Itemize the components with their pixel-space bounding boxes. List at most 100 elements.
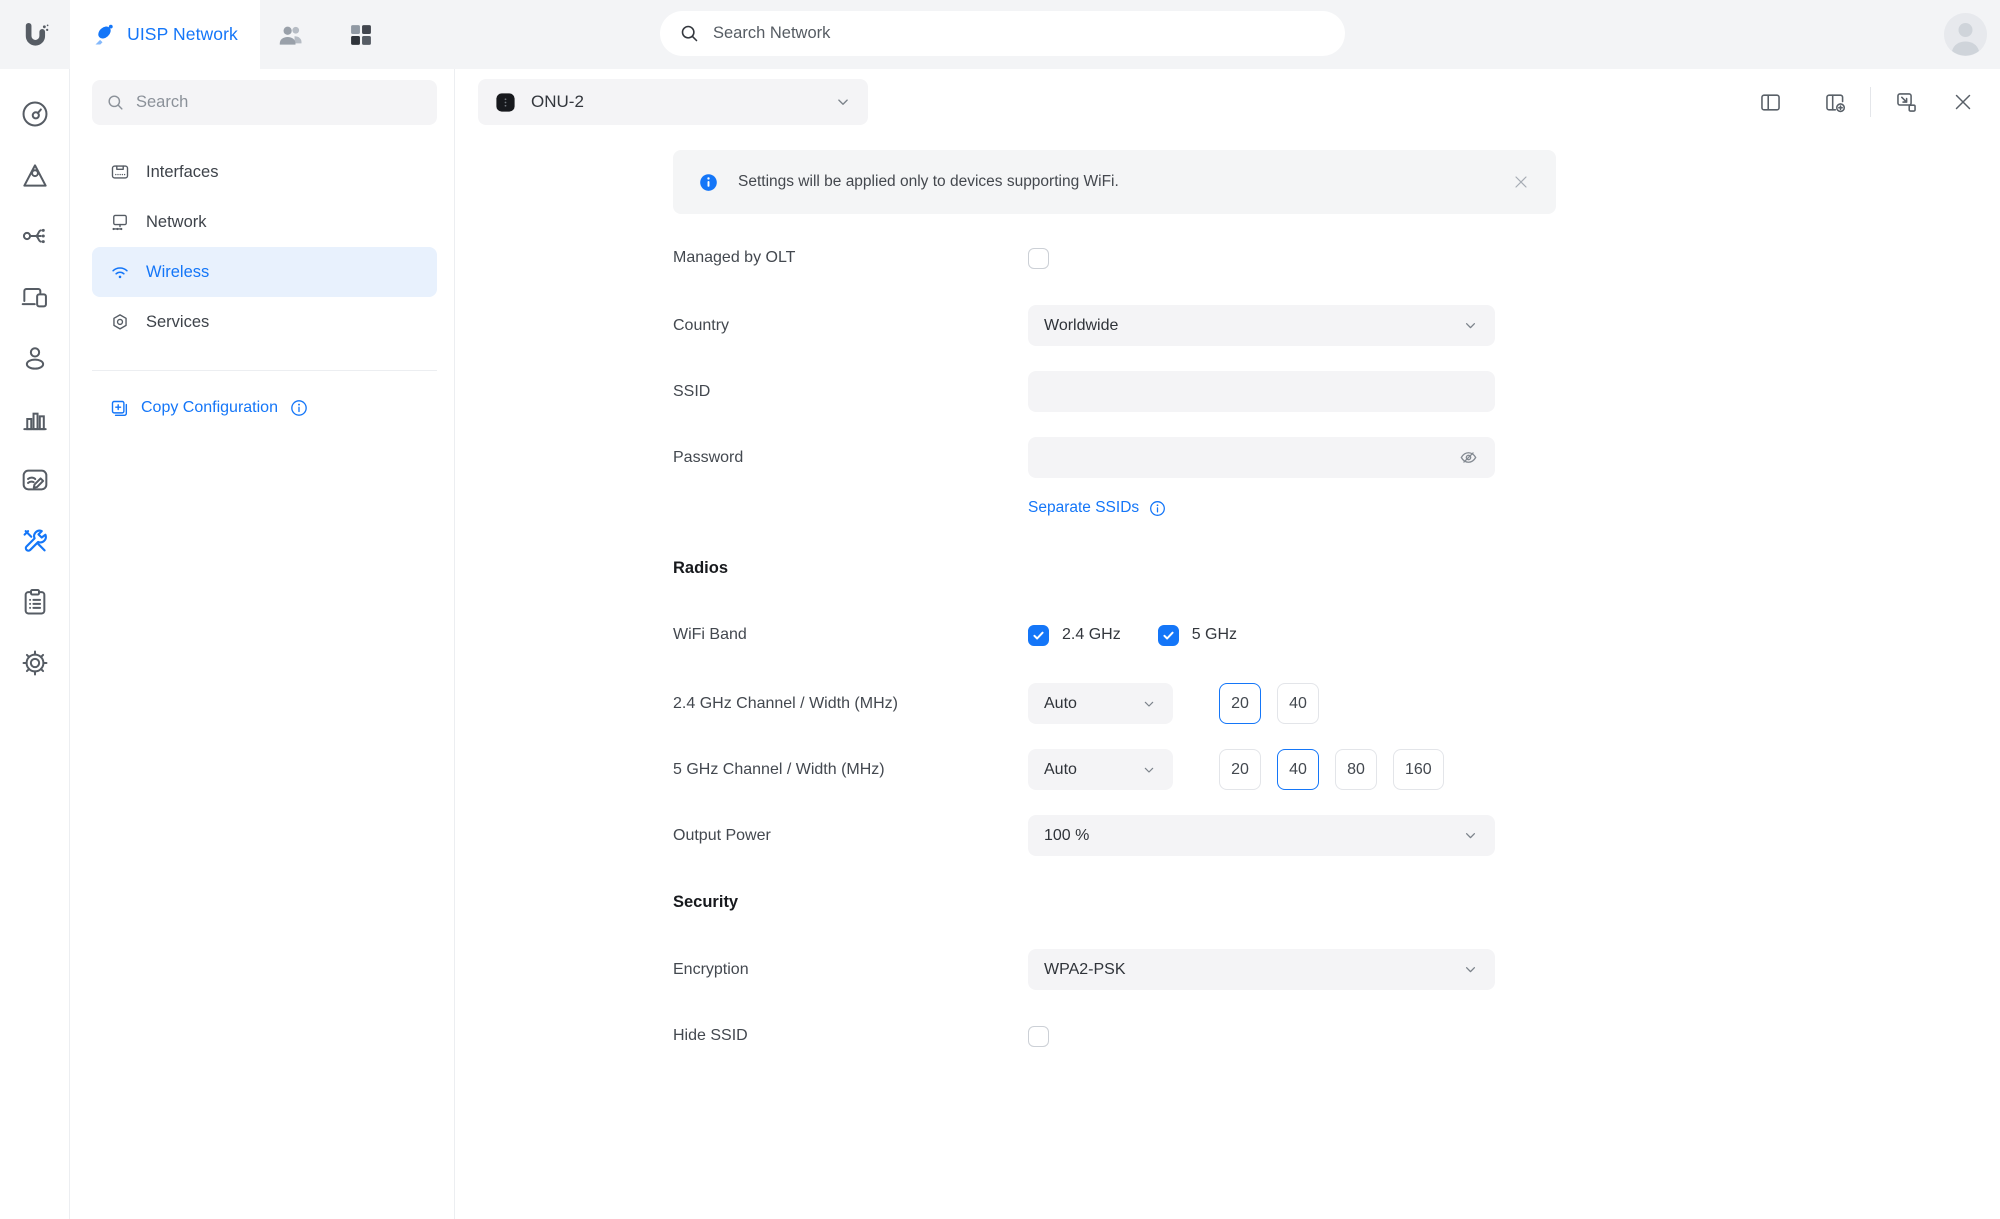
channel-5ghz-select[interactable]: Auto (1028, 749, 1173, 790)
separate-ssids-link[interactable]: Separate SSIDs (1028, 499, 1167, 518)
band-24ghz-label: 2.4 GHz (1062, 626, 1121, 644)
ssid-input[interactable] (1028, 371, 1495, 412)
global-search-input[interactable] (713, 24, 1326, 43)
coverage-map-icon[interactable] (18, 158, 52, 192)
copy-configuration-label: Copy Configuration (141, 399, 278, 417)
encryption-select[interactable]: WPA2-PSK (1028, 949, 1495, 990)
field-label: SSID (673, 383, 1028, 401)
sidebar-item-label: Interfaces (146, 163, 218, 182)
people-icon[interactable] (267, 0, 315, 69)
chevron-down-icon (1462, 827, 1479, 844)
dashboard-gauge-icon[interactable] (18, 97, 52, 131)
output-power-select[interactable]: 100 % (1028, 815, 1495, 856)
width-20-button[interactable]: 20 (1219, 749, 1261, 790)
width-40-button[interactable]: 40 (1277, 749, 1319, 790)
info-banner: Settings will be applied only to devices… (673, 150, 1556, 214)
field-label: Output Power (673, 827, 1028, 845)
wifi-icon (109, 261, 131, 283)
width-40-button[interactable]: 40 (1277, 683, 1319, 724)
managed-by-olt-row: Managed by OLT (673, 237, 1049, 279)
band-5ghz-checkbox[interactable] (1158, 625, 1179, 646)
icon-rail (0, 69, 70, 1219)
sidebar-search (92, 80, 437, 125)
country-value: Worldwide (1044, 317, 1118, 335)
field-label: Country (673, 317, 1028, 335)
channel-5ghz-row: 5 GHz Channel / Width (MHz) Auto 20 40 8… (673, 749, 1444, 790)
device-icon (494, 91, 517, 114)
width-80-button[interactable]: 80 (1335, 749, 1377, 790)
field-label: Managed by OLT (673, 249, 1028, 267)
eye-off-icon[interactable] (1458, 447, 1479, 468)
sidebar-item-label: Services (146, 313, 209, 332)
channel-5ghz-value: Auto (1044, 761, 1077, 779)
sidebar-item-wireless[interactable]: Wireless (92, 247, 437, 297)
devices-icon[interactable] (18, 280, 52, 314)
hide-ssid-row: Hide SSID (673, 1015, 1049, 1057)
output-power-row: Output Power 100 % (673, 815, 1495, 856)
country-select[interactable]: Worldwide (1028, 305, 1495, 346)
sidebar-item-interfaces[interactable]: Interfaces (92, 147, 437, 197)
banner-close-icon[interactable] (1511, 172, 1531, 192)
network-nodes-icon (109, 211, 131, 233)
tab-label: UISP Network (127, 24, 238, 45)
sidebar-item-label: Network (146, 213, 207, 232)
output-power-value: 100 % (1044, 827, 1089, 845)
close-icon[interactable] (1950, 89, 1976, 115)
channel-24ghz-select[interactable]: Auto (1028, 683, 1173, 724)
hexagon-gear-icon (109, 311, 131, 333)
collapse-window-icon[interactable] (1893, 89, 1919, 115)
field-label: 5 GHz Channel / Width (MHz) (673, 761, 1028, 779)
separate-ssids-row: Separate SSIDs (673, 493, 1167, 523)
settings-gear-icon[interactable] (18, 646, 52, 680)
panel-header-actions (1757, 87, 1976, 117)
split-view-icon[interactable] (1757, 89, 1783, 115)
managed-by-olt-checkbox[interactable] (1028, 248, 1049, 269)
info-circle-icon[interactable] (289, 398, 309, 418)
device-selector[interactable]: ONU-2 (478, 79, 868, 125)
topology-icon[interactable] (18, 219, 52, 253)
chevron-down-icon (1141, 762, 1157, 778)
sidebar-item-services[interactable]: Services (92, 297, 437, 347)
tab-uisp-network[interactable]: UISP Network (70, 0, 260, 69)
channel-24ghz-row: 2.4 GHz Channel / Width (MHz) Auto 20 40 (673, 683, 1319, 724)
security-heading: Security (673, 893, 738, 912)
password-input[interactable] (1028, 437, 1495, 478)
crm-icon[interactable] (18, 463, 52, 497)
uisp-logo-icon[interactable] (0, 0, 70, 69)
device-name: ONU-2 (531, 92, 584, 112)
sidebar-search-input[interactable] (136, 93, 423, 112)
width-160-button[interactable]: 160 (1393, 749, 1444, 790)
main-panel: ONU-2 (455, 69, 2000, 1219)
channel-24ghz-value: Auto (1044, 695, 1077, 713)
chevron-down-icon (1462, 317, 1479, 334)
band-24ghz-checkbox[interactable] (1028, 625, 1049, 646)
copy-configuration-button[interactable]: Copy Configuration (92, 384, 437, 432)
ethernet-port-icon (109, 161, 131, 183)
info-circle-icon[interactable] (1148, 499, 1167, 518)
password-row: Password (673, 437, 1495, 478)
topbar: UISP Network (0, 0, 2000, 69)
app-grid-icon[interactable] (337, 0, 385, 69)
country-row: Country Worldwide (673, 305, 1495, 346)
banner-text: Settings will be applied only to devices… (738, 173, 1119, 191)
split-view-add-icon[interactable] (1822, 89, 1848, 115)
field-label: Encryption (673, 961, 1028, 979)
field-label: Password (673, 449, 1028, 467)
tools-icon[interactable] (18, 524, 52, 558)
sidebar-nav: Interfaces Network (92, 147, 437, 347)
clients-icon[interactable] (18, 341, 52, 375)
field-label: 2.4 GHz Channel / Width (MHz) (673, 695, 1028, 713)
copy-plus-icon (109, 398, 130, 419)
hide-ssid-checkbox[interactable] (1028, 1026, 1049, 1047)
width-20-button[interactable]: 20 (1219, 683, 1261, 724)
satellite-dish-icon (92, 23, 116, 47)
chevron-down-icon (1141, 696, 1157, 712)
statistics-icon[interactable] (18, 402, 52, 436)
encryption-value: WPA2-PSK (1044, 961, 1126, 979)
avatar[interactable] (1944, 13, 1987, 56)
sidebar: Interfaces Network (70, 69, 455, 1219)
sidebar-item-label: Wireless (146, 263, 209, 282)
search-icon (106, 93, 125, 112)
logs-icon[interactable] (18, 585, 52, 619)
sidebar-item-network[interactable]: Network (92, 197, 437, 247)
